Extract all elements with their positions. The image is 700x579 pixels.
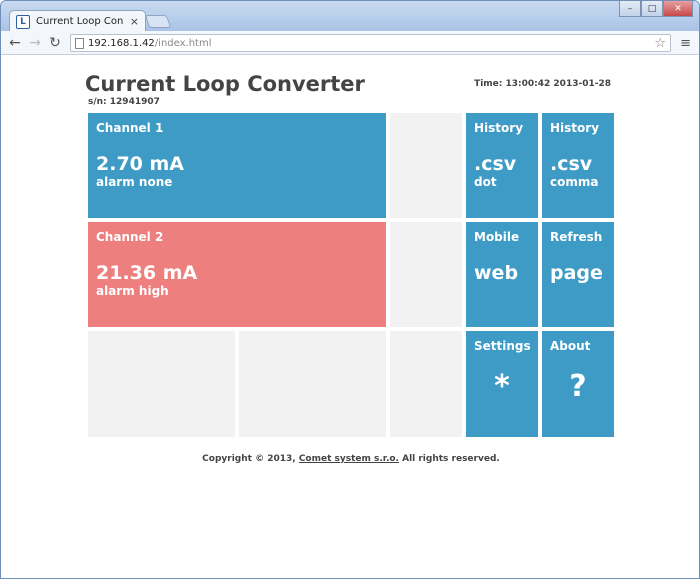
refresh-page-tile[interactable]: Refresh page <box>542 222 614 327</box>
settings-tile[interactable]: Settings * <box>466 331 538 437</box>
tile-grid: Channel 1 2.70 mA alarm none History .cs… <box>88 113 614 437</box>
history-comma-label: History <box>550 121 600 135</box>
empty-tile <box>390 222 462 327</box>
address-bar[interactable]: 192.168.1.42/index.html ☆ <box>70 34 671 52</box>
about-label: About <box>550 339 591 353</box>
refresh-label: Refresh <box>550 230 603 244</box>
history-dot-label: History <box>474 121 524 135</box>
back-button[interactable]: ← <box>5 33 25 53</box>
history-dot-format: .csv <box>474 153 517 175</box>
reload-button[interactable]: ↻ <box>45 33 65 53</box>
minimize-button[interactable]: – <box>619 1 641 17</box>
mobile-web-tile[interactable]: Mobile web <box>466 222 538 327</box>
browser-window: L Current Loop Converter × – □ ✕ ← → ↻ 1… <box>0 0 700 579</box>
history-comma-separator: comma <box>550 175 599 189</box>
page-content: Current Loop Converter s/n: 12941907 Tim… <box>1 56 699 578</box>
channel-2-alarm: alarm high <box>96 284 169 298</box>
serial-number: s/n: 12941907 <box>88 97 160 107</box>
browser-toolbar: ← → ↻ 192.168.1.42/index.html ☆ ≡ <box>1 31 699 55</box>
url-host: 192.168.1.42 <box>88 37 155 49</box>
channel-1-tile[interactable]: Channel 1 2.70 mA alarm none <box>88 113 386 218</box>
channel-1-label: Channel 1 <box>96 121 164 135</box>
bookmark-star-icon[interactable]: ☆ <box>654 36 666 51</box>
settings-label: Settings <box>474 339 531 353</box>
empty-tile <box>239 331 386 437</box>
refresh-page-text: page <box>550 262 603 284</box>
close-window-button[interactable]: ✕ <box>663 1 693 17</box>
copyright-suffix: All rights reserved. <box>398 454 500 464</box>
channel-2-tile[interactable]: Channel 2 21.36 mA alarm high <box>88 222 386 327</box>
favicon-icon: L <box>16 14 30 29</box>
forward-button[interactable]: → <box>25 33 45 53</box>
browser-menu-icon[interactable]: ≡ <box>680 36 691 51</box>
empty-tile <box>390 113 462 218</box>
about-tile[interactable]: About ? <box>542 331 614 437</box>
maximize-button[interactable]: □ <box>641 1 663 17</box>
new-tab-button[interactable] <box>144 15 172 28</box>
url-text[interactable]: 192.168.1.42/index.html <box>88 38 650 49</box>
history-comma-tile[interactable]: History .csv comma <box>542 113 614 218</box>
history-dot-tile[interactable]: History .csv dot <box>466 113 538 218</box>
history-comma-format: .csv <box>550 153 593 175</box>
question-mark-icon: ? <box>569 369 587 404</box>
footer: Copyright © 2013, Comet system s.r.o. Al… <box>1 454 699 464</box>
mobile-label: Mobile <box>474 230 520 244</box>
tab-title: Current Loop Converter <box>36 16 124 27</box>
empty-tile <box>390 331 462 437</box>
device-time: Time: 13:00:42 2013-01-28 <box>474 79 611 89</box>
company-link[interactable]: Comet system s.r.o. <box>299 454 399 464</box>
channel-2-label: Channel 2 <box>96 230 164 244</box>
window-controls: – □ ✕ <box>619 1 693 17</box>
channel-1-value: 2.70 mA <box>96 153 184 175</box>
channel-1-alarm: alarm none <box>96 175 173 189</box>
browser-tab[interactable]: L Current Loop Converter × <box>9 10 146 32</box>
asterisk-icon: * <box>494 369 510 404</box>
channel-2-value: 21.36 mA <box>96 262 198 284</box>
page-icon <box>75 37 84 49</box>
empty-tile <box>88 331 235 437</box>
copyright-prefix: Copyright © 2013, <box>202 454 299 464</box>
mobile-web-text: web <box>474 262 519 284</box>
url-path: /index.html <box>154 37 212 49</box>
tab-close-icon[interactable]: × <box>130 15 139 28</box>
page-title: Current Loop Converter <box>85 72 365 96</box>
title-bar: L Current Loop Converter × – □ ✕ <box>1 1 699 32</box>
history-dot-separator: dot <box>474 175 497 189</box>
